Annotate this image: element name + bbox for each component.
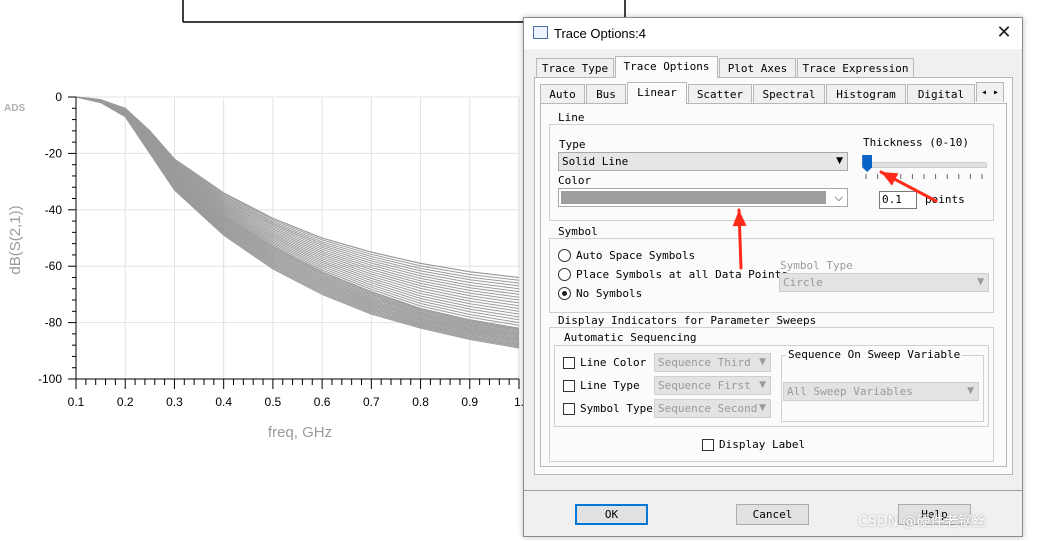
annotation-arrow-head [732,210,747,227]
subtab-linear[interactable]: Linear [627,82,687,104]
annotation-overlay [732,170,938,270]
annotation-arrows [732,170,938,270]
csdn-watermark: CSDN @硬件老钢丝 [858,514,987,530]
tab-trace-options[interactable]: Trace Options [615,56,718,78]
